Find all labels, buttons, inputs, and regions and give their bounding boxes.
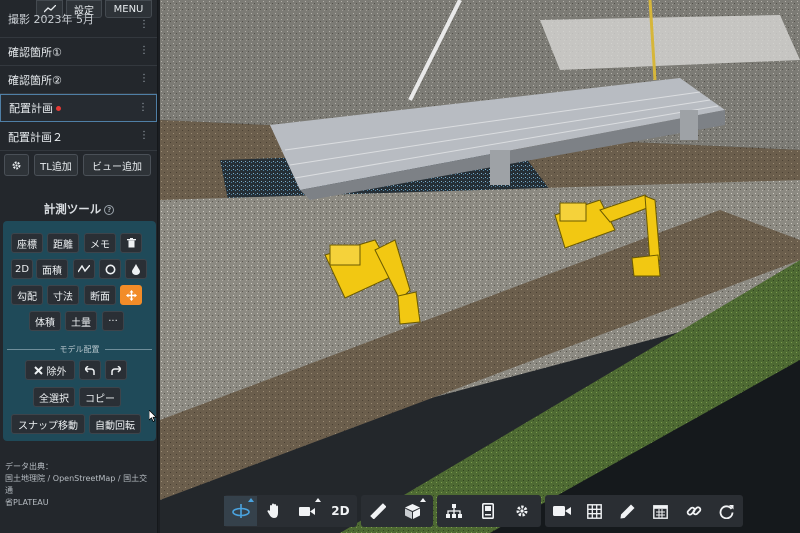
volume-tool[interactable]: 体積 [29, 311, 61, 331]
credits-line: データ出典： [5, 462, 53, 471]
auto-rotate-button[interactable]: 自動回転 [89, 414, 141, 434]
device-icon[interactable] [471, 496, 505, 526]
data-credits: データ出典： 国土地理院 / OpenStreetMap / 国土交通 省PLA… [5, 461, 155, 509]
mouse-cursor-icon [149, 410, 157, 422]
layer-item-label: 確認箇所② [8, 73, 62, 87]
layer-item-label: 確認箇所① [8, 45, 62, 59]
more-options-icon[interactable]: ⋮ [139, 46, 149, 56]
link-icon[interactable] [677, 496, 710, 526]
layer-item-layout-plan-2[interactable]: 配置計画２ ⋮ [0, 123, 157, 151]
help-icon[interactable]: ? [104, 205, 115, 215]
layer-item-label: 撮影 2023年 5月 [8, 12, 94, 26]
exclude-label: 除外 [46, 366, 67, 378]
divider-line [7, 349, 55, 350]
pan-hand-icon[interactable] [257, 496, 290, 526]
slope-tool[interactable]: 勾配 [11, 285, 43, 305]
object-toolbar [437, 495, 541, 527]
ruler-icon[interactable] [361, 496, 395, 526]
earthwork-tool[interactable]: 土量 [65, 311, 97, 331]
refresh-icon[interactable] [710, 496, 743, 526]
drop-icon[interactable] [125, 259, 147, 279]
undo-icon[interactable] [79, 360, 101, 380]
more-options-icon[interactable]: ⋮ [139, 131, 149, 141]
unsaved-indicator [56, 105, 61, 111]
utility-toolbar [545, 495, 743, 527]
circle-icon[interactable] [99, 259, 121, 279]
polyline-icon[interactable] [73, 259, 95, 279]
hierarchy-icon[interactable] [437, 496, 471, 526]
credits-line: 省PLATEAU [5, 498, 49, 507]
box-icon[interactable] [395, 496, 429, 526]
dropdown-caret-icon [314, 498, 321, 502]
layer-item-label: 配置計画 [9, 102, 53, 115]
add-tl-button[interactable]: TL追加 [34, 154, 78, 176]
add-view-button[interactable]: ビュー追加 [83, 154, 151, 176]
pencil-icon[interactable] [611, 496, 644, 526]
more-options-icon[interactable]: ⋮ [138, 103, 148, 113]
layer-actions: TL追加 ビュー追加 [4, 154, 151, 176]
select-all-button[interactable]: 全選択 [33, 387, 75, 407]
orbit-icon[interactable] [224, 496, 258, 526]
model-section-divider: モデル配置 [7, 344, 152, 355]
twod-view-button[interactable]: 2D [324, 496, 357, 526]
layer-item-check-2[interactable]: 確認箇所② ⋮ [0, 66, 157, 94]
trash-icon[interactable] [120, 233, 142, 253]
coords-tool[interactable]: 座標 [11, 233, 43, 253]
measure-tools-heading: 計測ツール? [0, 201, 158, 217]
measure-tools-panel: 座標 距離 メモ 2D 面積 勾配 寸法 断面 体積 土量 ··· モデル配置 [3, 221, 156, 441]
dropdown-caret-icon [248, 498, 255, 502]
area-tool[interactable]: 面積 [36, 259, 68, 279]
snap-move-button[interactable]: スナップ移動 [11, 414, 85, 434]
point-cloud-scene [160, 0, 800, 533]
layer-item-check-1[interactable]: 確認箇所① ⋮ [0, 38, 157, 66]
move-icon[interactable] [120, 285, 142, 305]
layer-item-capture[interactable]: 撮影 2023年 5月 ⋮ [0, 12, 157, 38]
more-options-icon[interactable]: ⋮ [139, 20, 149, 30]
calendar-icon[interactable] [644, 496, 677, 526]
copy-button[interactable]: コピー [79, 387, 121, 407]
gear-icon[interactable] [4, 154, 29, 176]
distance-tool[interactable]: 距離 [47, 233, 79, 253]
redo-icon[interactable] [105, 360, 127, 380]
layer-item-label: 配置計画２ [8, 130, 63, 144]
measure-tools-title: 計測ツール [43, 202, 102, 216]
dropdown-caret-icon [420, 498, 426, 502]
measure-toolbar [361, 495, 433, 527]
memo-tool[interactable]: メモ [84, 233, 116, 253]
gear-icon[interactable] [505, 496, 539, 526]
navigation-toolbar: 2D [224, 495, 357, 527]
close-icon [33, 365, 43, 375]
more-tools-button[interactable]: ··· [102, 311, 124, 331]
more-options-icon[interactable]: ⋮ [139, 74, 149, 84]
credits-line: 国土地理院 / OpenStreetMap / 国土交通 [5, 474, 148, 495]
video-icon[interactable] [545, 496, 578, 526]
camera-mode-icon[interactable] [291, 496, 324, 526]
sidebar: 設定 MENU 撮影 2023年 5月 ⋮ 確認箇所① ⋮ 確認箇所② ⋮ 配置… [0, 0, 158, 533]
twod-tool[interactable]: 2D [11, 259, 33, 279]
divider-line [104, 349, 152, 350]
layer-item-layout-plan[interactable]: 配置計画 ⋮ [0, 94, 157, 122]
point-cloud-viewport[interactable] [160, 0, 800, 533]
exclude-button[interactable]: 除外 [25, 360, 75, 380]
grid-icon[interactable] [578, 496, 611, 526]
section-tool[interactable]: 断面 [84, 285, 116, 305]
model-section-label: モデル配置 [59, 345, 100, 354]
dimension-tool[interactable]: 寸法 [47, 285, 79, 305]
